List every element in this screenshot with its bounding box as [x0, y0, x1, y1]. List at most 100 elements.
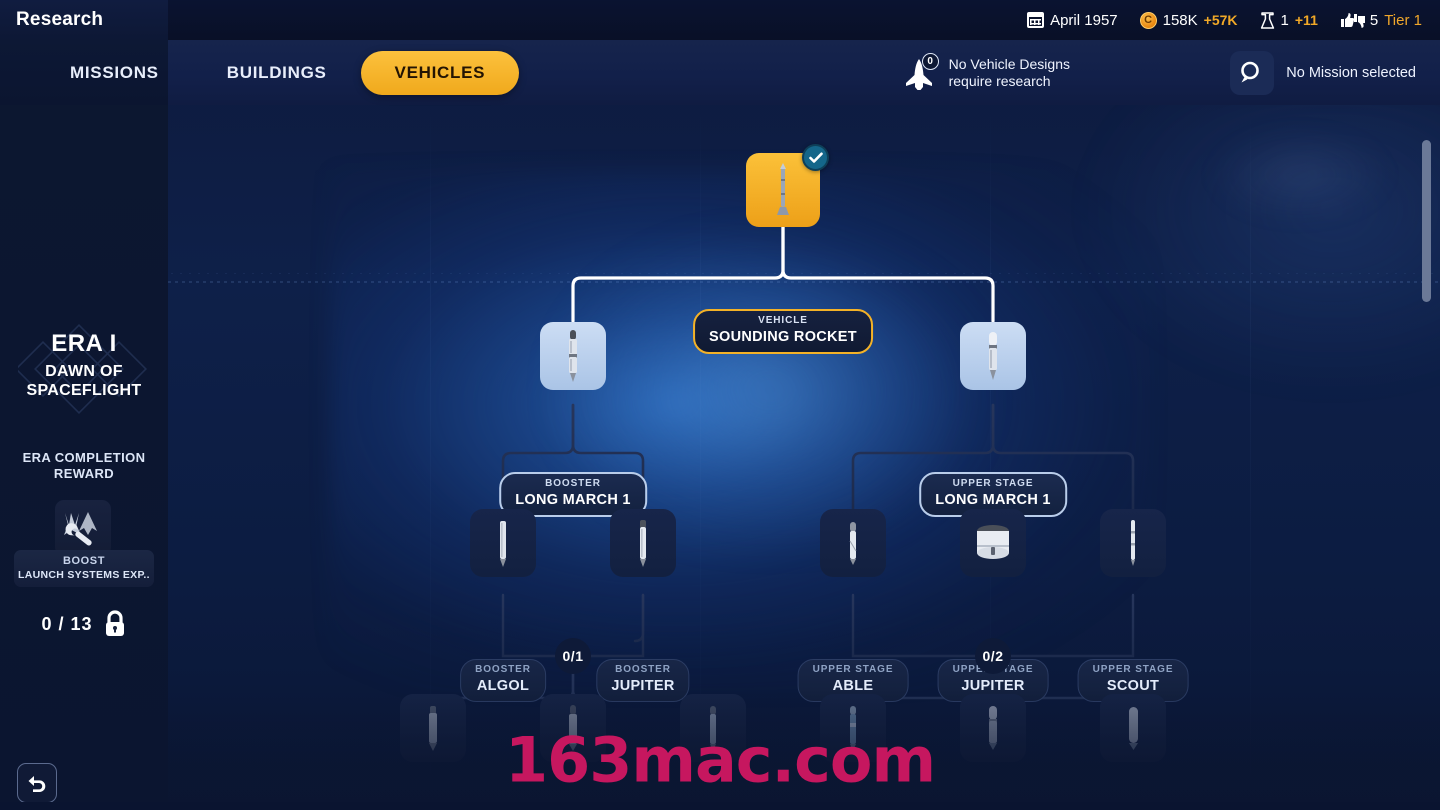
- node-label[interactable]: VEHICLE SOUNDING ROCKET: [693, 309, 873, 354]
- mission-status-text: No Mission selected: [1286, 64, 1416, 81]
- tab-list: MISSIONS BUILDINGS VEHICLES: [0, 40, 520, 105]
- node-category: BOOSTER: [475, 664, 531, 675]
- status-science[interactable]: 1 +11: [1260, 12, 1318, 29]
- booster-icon: [540, 694, 606, 762]
- era-progress-value: 0 / 13: [41, 613, 93, 634]
- counter-badge-booster: 0/1: [555, 638, 591, 674]
- tank-icon: [960, 509, 1026, 577]
- tab-buildings[interactable]: BUILDINGS: [193, 51, 361, 95]
- calendar-icon: [1027, 12, 1045, 28]
- search-icon: [1241, 61, 1260, 82]
- booster-icon: [610, 509, 676, 577]
- node-label[interactable]: BOOSTER JUPITER: [596, 659, 690, 702]
- mission-search-button[interactable]: [1230, 50, 1275, 95]
- thumbs-icon: [1340, 12, 1365, 28]
- reputation-tier: Tier 1: [1384, 11, 1422, 29]
- node-card[interactable]: [1100, 694, 1166, 762]
- date-value: April 1957: [1050, 11, 1118, 29]
- status-bar: April 1957 158K +57K 1 +11: [1027, 0, 1422, 40]
- node-name: LONG MARCH 1: [935, 492, 1051, 508]
- node-category: UPPER STAGE: [1092, 664, 1174, 675]
- node-card[interactable]: [1100, 509, 1166, 577]
- notification-count-badge: 0: [921, 52, 939, 70]
- reward-heading-line1: ERA COMPLETION: [22, 450, 146, 465]
- era-subtitle-line2: SPACEFLIGHT: [26, 382, 142, 399]
- upper-stage-icon: [1100, 694, 1166, 762]
- node-card[interactable]: [960, 509, 1026, 577]
- node-card[interactable]: [680, 694, 746, 762]
- era-subtitle-line1: DAWN OF: [45, 363, 123, 380]
- era-progress: 0 / 13: [0, 610, 168, 638]
- page-title: Research: [16, 9, 104, 30]
- era-reward-chip[interactable]: BOOST LAUNCH SYSTEMS EXP...: [14, 550, 154, 587]
- reward-type: BOOST: [62, 555, 106, 567]
- upper-stage-icon: [960, 322, 1026, 390]
- tab-missions[interactable]: MISSIONS: [36, 51, 193, 95]
- node-category: UPPER STAGE: [952, 478, 1034, 489]
- booster-icon: [540, 322, 606, 390]
- counter-label: 0/2: [982, 648, 1004, 664]
- node-name: ABLE: [832, 678, 874, 694]
- research-tree[interactable]: VEHICLE SOUNDING ROCKET BOOSTER LONG MAR…: [168, 105, 1440, 810]
- node-card[interactable]: [470, 509, 536, 577]
- reputation-value: 5: [1369, 11, 1379, 29]
- node-card[interactable]: [960, 322, 1026, 390]
- node-name: ALGOL: [476, 678, 530, 694]
- node-category: VEHICLE: [758, 315, 808, 326]
- upper-stage-icon: [820, 509, 886, 577]
- node-card[interactable]: [540, 694, 606, 762]
- node-card[interactable]: [820, 694, 886, 762]
- vertical-scrollbar[interactable]: [1421, 110, 1432, 805]
- notification-line2: require research: [948, 72, 1051, 89]
- status-reputation[interactable]: 5 Tier 1: [1340, 12, 1422, 29]
- node-card[interactable]: [540, 322, 606, 390]
- top-bar: Research April 1957 158K +57K 1 +11: [0, 0, 1440, 40]
- scrollbar-thumb[interactable]: [1422, 140, 1431, 302]
- lock-icon: [105, 610, 124, 636]
- vehicle-research-notification[interactable]: 0 No Vehicle Designs require research: [901, 40, 1070, 105]
- bottom-strip: [0, 802, 1440, 810]
- science-delta: +11: [1294, 12, 1318, 28]
- upper-stage-icon: [960, 694, 1026, 762]
- node-name: LONG MARCH 1: [515, 492, 631, 508]
- node-name: SOUNDING ROCKET: [709, 329, 857, 345]
- booster-icon: [400, 694, 466, 762]
- researched-check-badge: [802, 144, 829, 171]
- node-card[interactable]: [820, 509, 886, 577]
- node-name: JUPITER: [611, 678, 675, 694]
- status-money[interactable]: 158K +57K: [1139, 11, 1238, 29]
- status-date: April 1957: [1027, 12, 1118, 29]
- node-category: BOOSTER: [545, 478, 601, 489]
- upper-stage-icon: [1100, 509, 1166, 577]
- money-value: 158K: [1162, 11, 1198, 29]
- tab-bar: MISSIONS BUILDINGS VEHICLES 0 No Vehicle…: [0, 40, 1440, 105]
- notification-text: No Vehicle Designs require research: [949, 56, 1070, 90]
- notification-line1: No Vehicle Designs: [948, 55, 1070, 72]
- node-card[interactable]: [400, 694, 466, 762]
- node-card[interactable]: [610, 509, 676, 577]
- research-screen: VEHICLE SOUNDING ROCKET BOOSTER LONG MAR…: [0, 0, 1440, 810]
- flask-icon: [1260, 11, 1275, 29]
- counter-badge-upper-stage: 0/2: [975, 638, 1011, 674]
- era-sidebar: ERA I DAWN OF SPACEFLIGHT ERA COMPLETION…: [0, 105, 168, 810]
- node-category: UPPER STAGE: [812, 664, 894, 675]
- node-card[interactable]: [746, 144, 829, 227]
- counter-label: 0/1: [562, 648, 584, 664]
- node-card[interactable]: [960, 694, 1026, 762]
- reward-heading-line2: REWARD: [53, 466, 115, 481]
- mission-selector[interactable]: No Mission selected: [1230, 40, 1416, 105]
- reward-name: LAUNCH SYSTEMS EXP...: [18, 569, 150, 581]
- node-label[interactable]: BOOSTER ALGOL: [460, 659, 546, 702]
- booster-icon: [680, 694, 746, 762]
- era-info: ERA I DAWN OF SPACEFLIGHT: [0, 330, 168, 400]
- coin-icon: [1139, 11, 1157, 29]
- back-button[interactable]: [17, 763, 57, 803]
- booster-icon: [470, 509, 536, 577]
- back-arrow-icon: [28, 776, 46, 792]
- node-category: BOOSTER: [615, 664, 671, 675]
- science-value: 1: [1280, 11, 1289, 29]
- node-name: JUPITER: [961, 678, 1025, 694]
- tab-vehicles[interactable]: VEHICLES: [360, 50, 520, 95]
- era-reward-icon-tile[interactable]: [55, 500, 111, 556]
- upper-stage-icon: [820, 694, 886, 762]
